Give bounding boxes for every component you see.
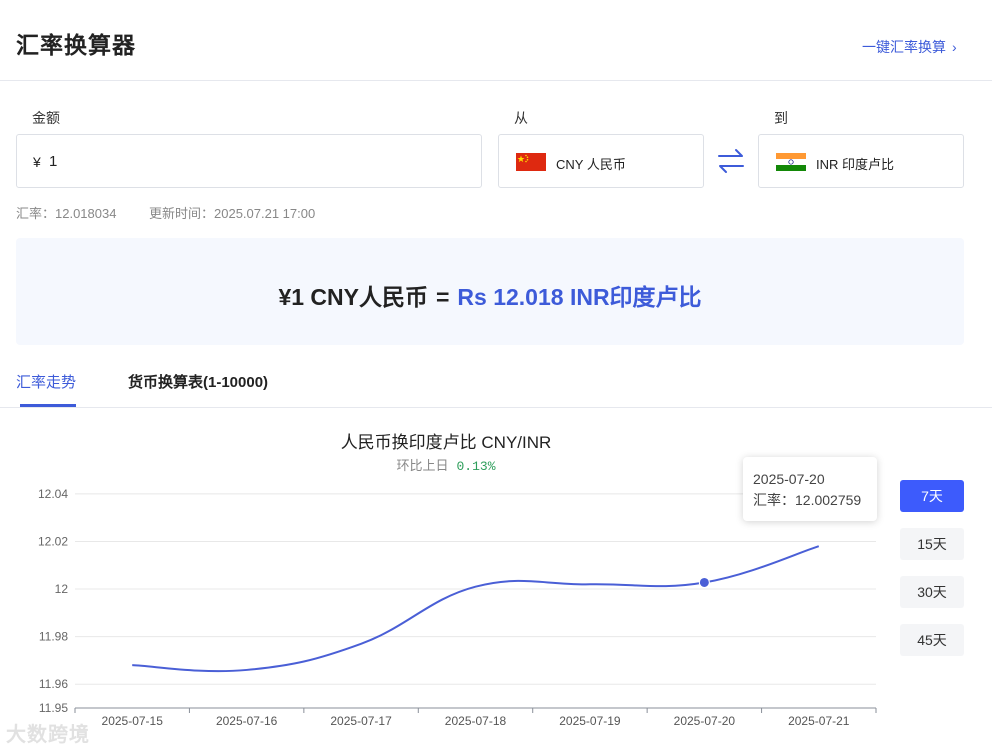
series-line [132,545,820,673]
exchange-rate-text: 汇率：12.018034 [16,206,117,221]
top-bar: 汇率换算器 一键汇率换算 › [0,0,992,81]
x-tick-label: 2025-07-18 [445,714,507,728]
range-30d-button[interactable]: 30天 [900,576,964,608]
updated-time-text: 更新时间：2025.07.21 17:00 [149,206,316,221]
x-tick-label: 2025-07-17 [330,714,392,728]
conversion-result-panel: ¥1 CNY人民币 = Rs 12.018 INR印度卢比 [16,238,964,345]
x-tick-label: 2025-07-19 [559,714,621,728]
result-source-amount: ¥1 CNY人民币 [278,284,428,310]
currency-symbol: ¥ [33,154,41,170]
y-tick-label: 11.96 [39,677,68,691]
active-tab-indicator [20,404,76,407]
change-value: 0.13% [456,459,496,474]
y-tick-label: 11.98 [39,630,68,644]
swap-currencies-icon[interactable] [716,146,746,176]
range-7d-button[interactable]: 7天 [900,480,964,512]
chart-tooltip: 2025-07-20 汇率：12.002759 [743,457,877,521]
amount-label: 金额 [32,110,60,126]
x-tick-label: 2025-07-16 [216,714,278,728]
y-tick-label: 12 [55,582,69,596]
from-label: 从 [514,110,528,126]
tooltip-date: 2025-07-20 [753,471,825,487]
y-tick-label: 12.04 [38,487,68,501]
x-tick-label: 2025-07-20 [674,714,736,728]
change-label: 环比上日 [396,458,449,473]
china-flag-icon [516,153,546,171]
to-label: 到 [774,110,788,126]
quick-convert-link[interactable]: 一键汇率换算 › [862,37,957,57]
x-tick-label: 2025-07-15 [102,714,164,728]
chart-title: 人民币换印度卢比 CNY/INR [340,433,552,452]
to-currency-label: INR 印度卢比 [816,157,895,172]
from-currency-select[interactable]: CNY 人民币 [498,134,704,188]
y-tick-label: 11.95 [39,701,68,715]
result-equals: = [435,284,450,310]
page-title: 汇率换算器 [16,32,136,58]
conversion-result: ¥1 CNY人民币 = Rs 12.018 INR印度卢比 [16,278,964,312]
x-tick-label: 2025-07-21 [788,714,850,728]
amount-input[interactable] [49,153,449,170]
tooltip-rate: 汇率：12.002759 [753,492,862,508]
tab-rate-trend[interactable]: 汇率走势 [16,371,76,392]
to-currency-select[interactable]: INR 印度卢比 [758,134,964,188]
from-currency-label: CNY 人民币 [556,157,626,172]
result-target-amount: Rs 12.018 INR印度卢比 [457,284,702,310]
range-15d-button[interactable]: 15天 [900,528,964,560]
range-45d-button[interactable]: 45天 [900,624,964,656]
y-tick-label: 12.02 [38,534,68,548]
tab-bar: 汇率走势 货币换算表(1-10000) [0,352,992,408]
highlight-point [698,576,710,588]
chevron-right-icon: › [952,39,957,55]
quick-convert-label: 一键汇率换算 [862,39,946,55]
watermark: 大数跨境 [6,724,90,746]
tab-conversion-table[interactable]: 货币换算表(1-10000) [128,371,268,392]
india-flag-icon [776,153,806,171]
amount-field[interactable]: ¥ [16,134,482,188]
